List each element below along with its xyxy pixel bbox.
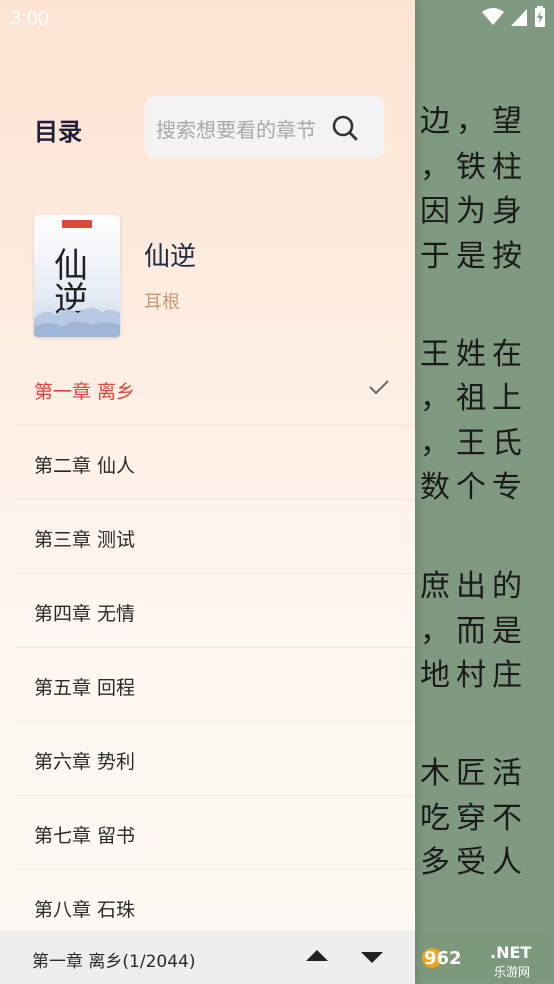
chapter-label: 第五章 回程 bbox=[34, 677, 136, 699]
chapter-label: 第四章 无情 bbox=[34, 603, 136, 625]
catalog-drawer: 目录 搜索想要看的章节 仙逆 仙逆 耳根 第一章 离乡 第二章 仙人 第三章 测… bbox=[0, 0, 415, 984]
book-title: 仙逆 bbox=[144, 242, 197, 272]
chapter-item-active[interactable]: 第一章 离乡 bbox=[16, 352, 415, 426]
cover-clouds bbox=[34, 307, 120, 337]
book-cover: 仙逆 bbox=[34, 215, 120, 337]
current-chapter-indicator: 第一章 离乡(1/2044) bbox=[32, 952, 196, 972]
book-author: 耳根 bbox=[144, 292, 180, 313]
chapter-nav-bar: 第一章 离乡(1/2044) bbox=[0, 930, 415, 984]
scroll-up-icon[interactable] bbox=[306, 950, 328, 961]
status-bar: 3:00 bbox=[0, 0, 554, 40]
status-time: 3:00 bbox=[10, 8, 49, 30]
watermark-sub: 乐游网 bbox=[494, 965, 530, 979]
reader-line: 因为身 bbox=[420, 194, 528, 229]
chapter-item[interactable]: 第七章 留书 bbox=[16, 796, 415, 870]
drawer-title: 目录 bbox=[34, 118, 82, 146]
reader-line: 王姓在 bbox=[420, 337, 528, 372]
reader-line: 于是按 bbox=[420, 239, 528, 274]
chapter-search-input[interactable]: 搜索想要看的章节 bbox=[145, 96, 385, 158]
reader-line: 吃穿不 bbox=[420, 801, 528, 836]
cover-publisher-badge bbox=[62, 220, 92, 228]
reader-line: 庶出的 bbox=[420, 569, 528, 604]
wifi-icon bbox=[482, 8, 504, 25]
reader-line: 数个专 bbox=[420, 470, 528, 505]
reader-line: 木匠活 bbox=[420, 756, 528, 791]
reader-line: ，祖上 bbox=[420, 381, 528, 416]
screen: 边，望 ，铁柱 因为身 于是按 王姓在 ，祖上 ，王氏 数个专 庶出的 ，而是 … bbox=[0, 0, 554, 984]
chapter-label: 第二章 仙人 bbox=[34, 455, 136, 477]
search-placeholder: 搜索想要看的章节 bbox=[156, 118, 316, 142]
chapter-label: 第八章 石珠 bbox=[34, 899, 136, 921]
reader-line: ，铁柱 bbox=[420, 150, 528, 185]
chapter-label: 第七章 留书 bbox=[34, 825, 136, 847]
chapter-list: 第一章 离乡 第二章 仙人 第三章 测试 第四章 无情 第五章 回程 第六章 势… bbox=[0, 352, 415, 944]
chapter-item[interactable]: 第二章 仙人 bbox=[16, 426, 415, 500]
chapter-label: 第三章 测试 bbox=[34, 529, 136, 551]
chapter-label: 第六章 势利 bbox=[34, 751, 136, 773]
reader-line: 边，望 bbox=[420, 104, 528, 139]
check-icon bbox=[369, 380, 389, 395]
reader-line: ，王氏 bbox=[420, 426, 528, 461]
reader-line: ，而是 bbox=[420, 614, 528, 649]
search-icon[interactable] bbox=[331, 114, 359, 142]
signal-icon bbox=[511, 9, 527, 26]
chapter-label: 第一章 离乡 bbox=[34, 381, 136, 403]
reader-line: 地村庄 bbox=[420, 658, 528, 693]
watermark-number: 962 bbox=[424, 948, 462, 969]
chapter-item[interactable]: 第六章 势利 bbox=[16, 722, 415, 796]
chapter-item[interactable]: 第三章 测试 bbox=[16, 500, 415, 574]
watermark-suffix: .NET bbox=[490, 943, 531, 962]
scroll-down-icon[interactable] bbox=[361, 952, 383, 963]
status-icons bbox=[482, 6, 546, 28]
reader-line: 多受人 bbox=[420, 845, 528, 880]
reader-page[interactable]: 边，望 ，铁柱 因为身 于是按 王姓在 ，祖上 ，王氏 数个专 庶出的 ，而是 … bbox=[415, 0, 554, 984]
chapter-item[interactable]: 第四章 无情 bbox=[16, 574, 415, 648]
chapter-item[interactable]: 第五章 回程 bbox=[16, 648, 415, 722]
battery-icon bbox=[535, 6, 545, 27]
site-watermark-logo: 962 .NET 乐游网 bbox=[418, 934, 552, 982]
